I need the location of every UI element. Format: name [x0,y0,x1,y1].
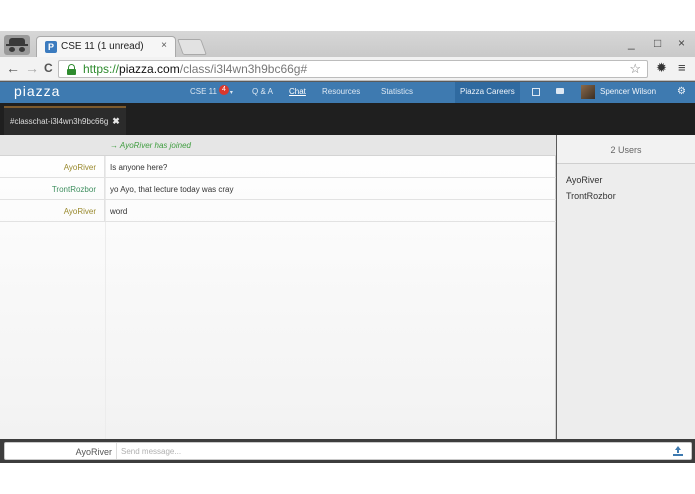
address-bar[interactable]: https://piazza.com/class/i3l4wn3h9bc66g#… [58,60,648,78]
nav-chat[interactable]: Chat [289,87,306,96]
message-text: yo Ayo, that lecture today was cray [110,185,234,194]
message-row: AyoRiver Is anyone here? [0,156,556,178]
user-name-menu[interactable]: Spencer Wilson [600,87,656,96]
channel-tab[interactable]: #classchat-i3l4wn3h9bc66g ✖ [4,106,126,135]
piazza-logo[interactable]: piazza [14,83,60,99]
nav-qa[interactable]: Q & A [252,87,273,96]
url-text[interactable]: https://piazza.com/class/i3l4wn3h9bc66g# [83,62,307,76]
composer-username: AyoRiver [5,443,117,459]
gear-icon[interactable]: ✹ [656,61,667,75]
calendar-icon[interactable] [532,88,540,96]
tab-close-button[interactable]: × [161,40,167,51]
incognito-icon [4,35,30,55]
message-row: AyoRiver word [0,200,556,222]
close-window-button[interactable]: × [678,36,685,50]
new-tab-button[interactable] [177,39,207,55]
avatar[interactable] [581,85,595,99]
message-author[interactable]: AyoRiver [0,156,105,178]
upload-icon[interactable] [673,446,683,456]
user-list-item[interactable]: AyoRiver [566,175,602,185]
message-row: TrontRozbor yo Ayo, that lecture today w… [0,178,556,200]
hamburger-menu-icon[interactable]: ≡ [678,61,686,75]
close-channel-icon[interactable]: ✖ [112,116,120,126]
tab-title: CSE 11 (1 unread) [61,41,144,52]
message-composer: AyoRiver [0,439,695,463]
channel-name: #classchat-i3l4wn3h9bc66g [10,117,109,126]
channel-bar: #classchat-i3l4wn3h9bc66g ✖ [0,103,695,135]
star-icon[interactable]: ☆ [629,61,641,77]
browser-tab[interactable]: P CSE 11 (1 unread) × [36,36,176,57]
reload-button[interactable]: C [44,60,53,76]
piazza-favicon-icon: P [45,41,57,53]
join-notice: → AyoRiver has joined [110,141,192,150]
user-count: 2 Users [557,135,695,164]
nav-resources[interactable]: Resources [322,87,360,96]
settings-gear-icon[interactable]: ⚙ [677,86,686,97]
users-panel: 2 Users AyoRiver TrontRozbor [557,135,695,439]
browser-window: P CSE 11 (1 unread) × _ □ × ← → C https:… [0,31,695,463]
message-author[interactable]: TrontRozbor [0,178,105,200]
piazza-careers-link[interactable]: Piazza Careers [455,82,520,103]
forward-button[interactable]: → [25,60,39,76]
message-list[interactable]: → AyoRiver has joined AyoRiver Is anyone… [0,135,556,439]
composer-box: AyoRiver [4,442,692,460]
message-author[interactable]: AyoRiver [0,200,105,222]
lock-icon [67,64,76,75]
user-list-item[interactable]: TrontRozbor [566,191,616,201]
class-dropdown[interactable]: CSE 11 4 ▾ [190,85,233,98]
back-button[interactable]: ← [6,60,20,76]
join-notice-row: → AyoRiver has joined [0,135,556,156]
piazza-navbar: piazza CSE 11 4 ▾ Q & A Chat Resources Sta… [0,82,695,103]
message-text: Is anyone here? [110,163,168,172]
chevron-down-icon: ▾ [229,90,233,96]
minimize-button[interactable]: _ [628,36,635,50]
maximize-button[interactable]: □ [654,36,661,50]
tab-strip: P CSE 11 (1 unread) × _ □ × [0,31,695,57]
browser-toolbar: ← → C https://piazza.com/class/i3l4wn3h9… [0,57,695,81]
message-icon[interactable] [556,88,564,94]
message-input[interactable] [121,444,661,458]
unread-badge: 4 [218,85,229,95]
message-text: word [110,207,128,216]
nav-statistics[interactable]: Statistics [381,87,413,96]
